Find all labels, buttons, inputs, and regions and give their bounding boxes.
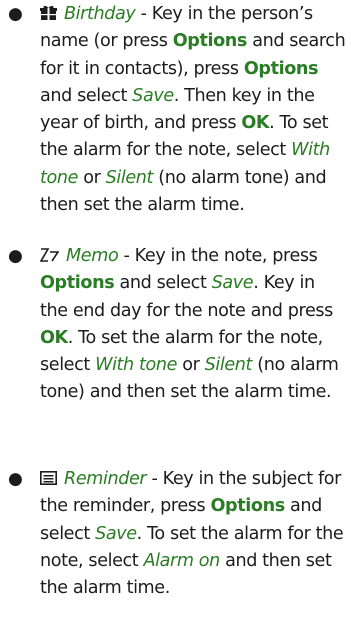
text-run: or [177, 355, 205, 376]
term-save: Save [132, 85, 174, 106]
memo-icon [40, 248, 59, 262]
birthday-icon [40, 5, 57, 20]
list-item-text: Memo - Key in the note, press Options an… [40, 243, 346, 407]
keyword-ok: OK [241, 113, 270, 134]
bullet: ● [8, 4, 23, 24]
bullet: ● [8, 246, 23, 266]
keyword-ok: OK [40, 327, 68, 348]
term-with-tone: With tone [95, 355, 178, 376]
text-run: - Key in the note, press [118, 246, 318, 266]
list-item-birthday: ● Birthday - Key in the person’s name (o… [0, 1, 351, 219]
term-birthday: Birthday [64, 4, 136, 24]
term-silent: Silent [204, 355, 253, 376]
keyword-options: Options [210, 496, 286, 517]
text-run: and select [40, 85, 133, 106]
keyword-options: Options [40, 273, 115, 294]
term-silent: Silent [105, 167, 154, 188]
keyword-options: Options [243, 58, 319, 79]
list-item-memo: ● Memo - Key in the note, press Options … [0, 243, 351, 407]
term-alarm-on: Alarm on [143, 550, 221, 571]
list-item-text: Birthday - Key in the person’s name (or … [40, 1, 346, 219]
bullet: ● [8, 469, 23, 489]
text-run: and select [114, 273, 212, 294]
text-run: or [78, 167, 106, 188]
term-save: Save [211, 273, 254, 294]
list-item-reminder: ● Reminder - Key in the subject for the … [0, 466, 351, 602]
keyword-options: Options [172, 31, 248, 52]
list-item-text: Reminder - Key in the subject for the re… [40, 466, 346, 602]
term-reminder: Reminder [64, 469, 147, 489]
term-memo: Memo [66, 246, 119, 266]
term-save: Save [95, 523, 137, 544]
reminder-icon [40, 471, 57, 485]
